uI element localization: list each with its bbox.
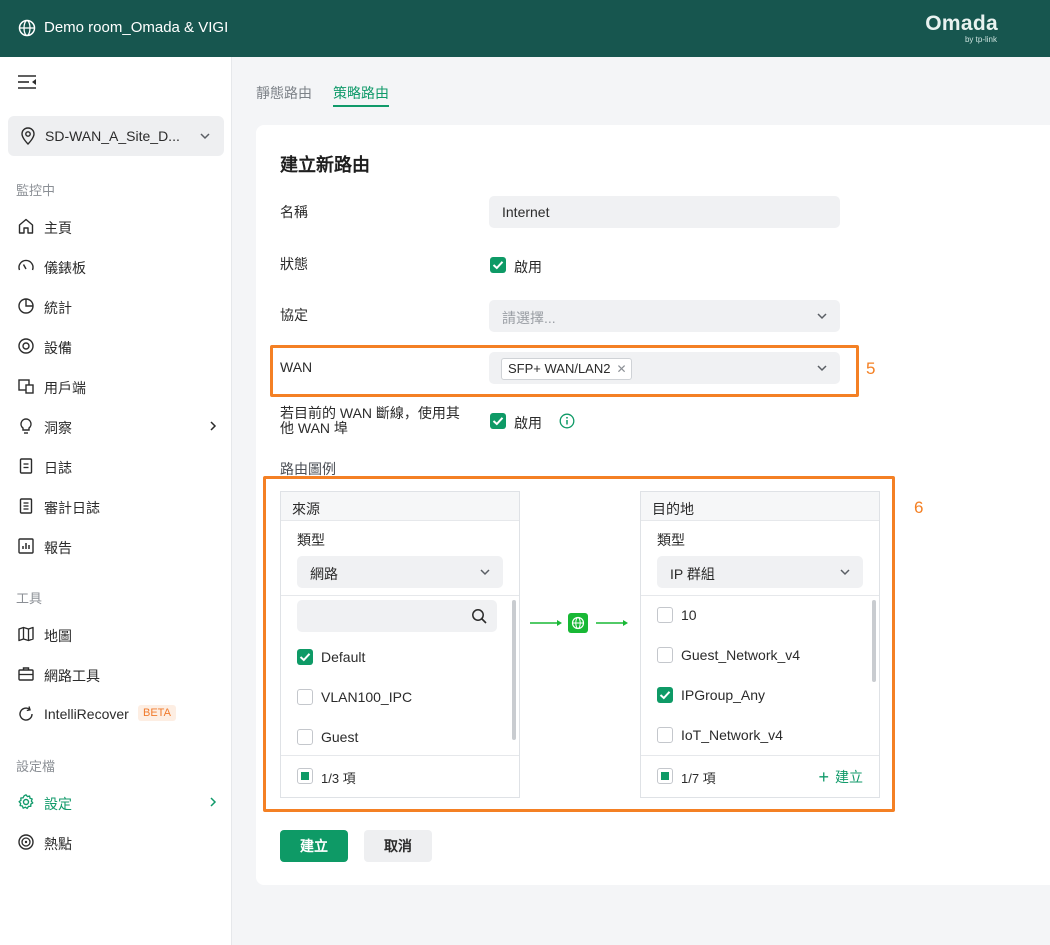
chevron-down-icon [817,313,827,320]
site-selector-label: SD-WAN_A_Site_D... [45,128,180,144]
check-icon [492,261,504,270]
sidebar: SD-WAN_A_Site_D... 監控中 主頁 儀錶板 統計 設備 用戶端 … [0,57,232,945]
intellirecover-icon [19,706,33,721]
tab-static-route[interactable]: 靜態路由 [256,83,312,103]
sidebar-item-hotspot[interactable]: 熱點 [0,824,231,860]
page-title: 建立新路由 [280,155,370,175]
name-label: 名稱 [280,204,308,220]
create-route-card: 建立新路由 名稱 Internet 狀態 啟用 協定 請選擇... WAN SF… [256,125,1050,885]
network-tools-icon [18,667,34,681]
info-icon[interactable] [559,413,575,429]
name-input-value: Internet [502,204,550,220]
sidebar-item-intellirecover[interactable]: IntelliRecover BETA [0,696,231,732]
protocol-label: 協定 [280,307,308,323]
sidebar-item-label: 熱點 [44,836,72,852]
insight-icon [20,418,32,434]
location-pin-icon [21,127,35,145]
protocol-select[interactable]: 請選擇... [489,300,840,332]
highlight-marker-6: 6 [914,498,924,517]
sidebar-item-label: 洞察 [44,420,72,436]
status-enable-label: 啟用 [514,259,542,275]
collapse-menu-icon[interactable] [17,73,37,91]
omada-logo-sub: by tp-link [964,35,997,44]
sidebar-item-label: IntelliRecover [44,706,129,722]
omada-logo: Omada [925,12,998,35]
map-icon [18,626,34,642]
sidebar-item-devices[interactable]: 設備 [0,328,231,364]
highlight-box-5 [270,345,859,397]
sidebar-item-label: 日誌 [44,460,72,476]
failover-enable-label: 啟用 [514,415,542,431]
site-title[interactable]: Demo room_Omada & VIGI [44,19,228,36]
sidebar-item-dashboard[interactable]: 儀錶板 [0,248,231,284]
globe-icon [18,19,36,37]
chevron-right-icon [210,421,217,431]
chevron-down-icon [200,133,210,140]
sidebar-item-label: 報告 [44,540,72,556]
site-selector[interactable]: SD-WAN_A_Site_D... [8,116,224,156]
beta-badge: BETA [138,705,176,721]
protocol-placeholder: 請選擇... [502,310,556,326]
home-icon [18,218,34,234]
sidebar-item-report[interactable]: 報告 [0,528,231,564]
failover-label-line1: 若目前的 WAN 斷線，使用其 [280,405,460,421]
top-bar: Demo room_Omada & VIGI Omada by tp-link [0,0,1050,57]
audit-log-icon [19,498,33,514]
log-icon [19,458,33,474]
sidebar-item-label: 地圖 [44,628,72,644]
sidebar-item-network-tools[interactable]: 網路工具 [0,656,231,692]
create-button[interactable]: 建立 [280,830,348,862]
highlight-marker-5: 5 [866,359,876,378]
sidebar-item-label: 設備 [44,340,72,356]
section-tools: 工具 [16,591,43,606]
sidebar-item-log[interactable]: 日誌 [0,448,231,484]
status-label: 狀態 [280,256,308,272]
sidebar-item-label: 審計日誌 [44,500,100,516]
failover-label-line2: 他 WAN 埠 [280,420,348,436]
sidebar-item-label: 用戶端 [44,380,86,396]
section-profiles: 設定檔 [16,759,56,774]
sidebar-item-insight[interactable]: 洞察 [0,408,231,444]
statistics-icon [18,298,34,314]
sidebar-item-audit-log[interactable]: 審計日誌 [0,488,231,524]
sidebar-item-settings[interactable]: 設定 [0,784,231,820]
sidebar-item-label: 網路工具 [44,668,100,684]
failover-enable-checkbox[interactable] [490,413,506,429]
sidebar-item-label: 主頁 [44,220,72,236]
cancel-button[interactable]: 取消 [364,830,432,862]
sidebar-item-home[interactable]: 主頁 [0,208,231,244]
devices-icon [18,338,34,354]
sidebar-item-statistics[interactable]: 統計 [0,288,231,324]
section-monitoring: 監控中 [16,183,56,198]
check-icon [492,417,504,426]
tab-policy-route[interactable]: 策略路由 [333,83,389,107]
sidebar-item-clients[interactable]: 用戶端 [0,368,231,404]
settings-icon [18,794,34,810]
name-input[interactable]: Internet [489,196,840,228]
dashboard-icon [18,259,34,271]
chevron-right-icon [210,797,217,807]
report-icon [18,538,34,554]
status-enable-checkbox[interactable] [490,257,506,273]
sidebar-item-map[interactable]: 地圖 [0,616,231,652]
sidebar-item-label: 儀錶板 [44,260,86,276]
clients-icon [18,379,34,394]
highlight-box-6 [263,476,895,812]
hotspot-icon [18,834,34,850]
sidebar-item-label: 統計 [44,300,72,316]
sidebar-item-label: 設定 [44,796,72,812]
